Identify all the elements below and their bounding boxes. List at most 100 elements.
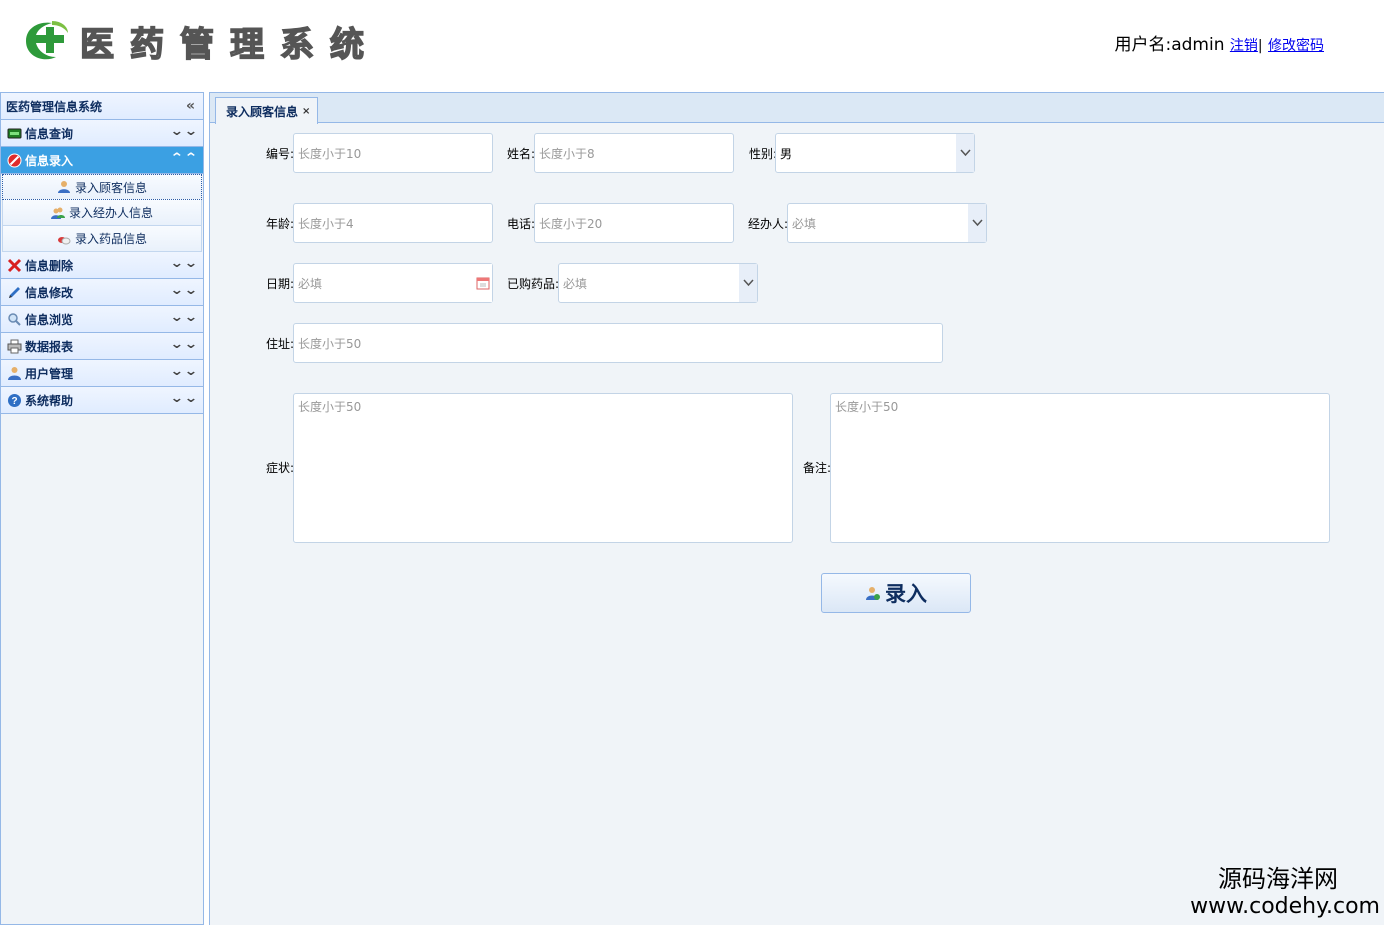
collapse-sidebar-icon[interactable]: « bbox=[186, 98, 195, 114]
watermark-url: www.codehy.com bbox=[1190, 894, 1380, 919]
name-field[interactable]: 长度小于8 bbox=[534, 133, 734, 173]
sidebar-item-label: 信息删除 bbox=[25, 258, 74, 273]
gender-value: 男 bbox=[780, 146, 793, 161]
gender-select[interactable]: 男 bbox=[775, 133, 975, 173]
remark-placeholder: 长度小于50 bbox=[835, 400, 899, 414]
submit-button[interactable]: 录入 bbox=[821, 573, 971, 613]
sidebar-item-modify[interactable]: 信息修改 ⌄⌄ bbox=[1, 279, 203, 306]
sidebar-item-label: 用户管理 bbox=[25, 366, 74, 381]
chevron-down-icon[interactable] bbox=[739, 264, 757, 302]
user-icon bbox=[57, 181, 70, 193]
phone-label: 电话: bbox=[507, 217, 536, 231]
magnifier-icon bbox=[8, 312, 21, 326]
name-placeholder: 长度小于8 bbox=[539, 146, 595, 161]
sub-item-label: 录入药品信息 bbox=[74, 232, 147, 246]
id-label: 编号: bbox=[266, 147, 295, 161]
phone-placeholder: 长度小于20 bbox=[539, 216, 603, 231]
age-field[interactable]: 长度小于4 bbox=[293, 203, 493, 243]
medicine-label: 已购药品: bbox=[507, 277, 560, 291]
link-separator: | bbox=[1257, 38, 1263, 54]
pencil-icon bbox=[9, 286, 20, 298]
chevron-down-icon[interactable] bbox=[956, 134, 974, 172]
sidebar-item-label: 信息录入 bbox=[25, 153, 74, 168]
address-field[interactable]: 长度小于50 bbox=[293, 323, 943, 363]
agent-placeholder: 必填 bbox=[792, 216, 817, 231]
calendar-icon[interactable] bbox=[474, 264, 492, 302]
sub-item-label: 录入顾客信息 bbox=[74, 180, 147, 195]
logo-text: 医药管理系统 bbox=[79, 24, 380, 66]
id-placeholder: 长度小于10 bbox=[298, 146, 362, 161]
remark-label: 备注: bbox=[803, 461, 832, 475]
printer-icon bbox=[7, 339, 22, 353]
header: 医药管理系统 用户名:admin 注销| 修改密码 bbox=[0, 0, 1384, 88]
username-label: 用户名:admin bbox=[1114, 35, 1225, 55]
tab-customer-entry[interactable]: 录入顾客信息 × bbox=[215, 97, 318, 124]
chevron-down-icon: ⌄⌄ bbox=[169, 364, 199, 379]
age-placeholder: 长度小于4 bbox=[298, 216, 354, 231]
chevron-down-icon: ⌄⌄ bbox=[169, 391, 199, 406]
date-label: 日期: bbox=[266, 277, 295, 291]
sub-item-medicine[interactable]: 录入药品信息 bbox=[2, 226, 202, 252]
sidebar-item-help[interactable]: ? 系统帮助 ⌄⌄ bbox=[1, 387, 203, 414]
close-icon[interactable]: × bbox=[302, 106, 310, 117]
users-icon bbox=[50, 207, 65, 219]
user-bar: 用户名:admin 注销| 修改密码 bbox=[1114, 30, 1324, 55]
address-placeholder: 长度小于50 bbox=[298, 336, 362, 351]
date-placeholder: 必填 bbox=[298, 276, 323, 291]
sidebar-item-label: 信息修改 bbox=[25, 285, 74, 300]
symptom-textarea[interactable]: 长度小于50 bbox=[293, 393, 793, 543]
sidebar-item-users[interactable]: 用户管理 ⌄⌄ bbox=[1, 360, 203, 387]
sidebar: 医药管理信息系统 « 信息查询 ⌄⌄ 信息录入 ⌃⌃ 录入顾客信息 录入经办人信… bbox=[0, 92, 204, 925]
sidebar-item-delete[interactable]: 信息删除 ⌄⌄ bbox=[1, 252, 203, 279]
sidebar-title: 医药管理信息系统 « bbox=[1, 93, 203, 120]
medicine-placeholder: 必填 bbox=[563, 276, 588, 291]
sidebar-item-label: 信息浏览 bbox=[25, 312, 74, 327]
sidebar-title-text: 医药管理信息系统 bbox=[6, 99, 103, 114]
agent-label: 经办人: bbox=[748, 217, 789, 231]
sidebar-item-query[interactable]: 信息查询 ⌄⌄ bbox=[1, 120, 203, 147]
user-admin-icon bbox=[8, 366, 21, 380]
sub-item-agent[interactable]: 录入经办人信息 bbox=[2, 200, 202, 226]
pills-icon bbox=[57, 236, 71, 244]
symptom-placeholder: 长度小于50 bbox=[298, 400, 362, 414]
agent-select[interactable]: 必填 bbox=[787, 203, 987, 243]
phone-field[interactable]: 长度小于20 bbox=[534, 203, 734, 243]
medicine-select[interactable]: 必填 bbox=[558, 263, 758, 303]
chevron-down-icon[interactable] bbox=[968, 204, 986, 242]
sidebar-item-label: 数据报表 bbox=[25, 339, 74, 354]
sidebar-item-label: 信息查询 bbox=[25, 126, 74, 141]
chevron-down-icon: ⌄⌄ bbox=[169, 256, 199, 271]
sidebar-item-entry[interactable]: 信息录入 ⌃⌃ bbox=[1, 147, 203, 174]
date-field[interactable]: 必填 bbox=[293, 263, 493, 303]
age-label: 年龄: bbox=[266, 217, 295, 231]
sidebar-item-label: 系统帮助 bbox=[25, 393, 74, 408]
help-icon: ? bbox=[8, 393, 21, 407]
chevron-down-icon: ⌄⌄ bbox=[169, 283, 199, 298]
change-password-link[interactable]: 修改密码 bbox=[1268, 38, 1324, 54]
remark-textarea[interactable]: 长度小于50 bbox=[830, 393, 1330, 543]
user-add-icon bbox=[866, 587, 880, 600]
tab-label: 录入顾客信息 bbox=[226, 104, 299, 119]
tab-bar: 录入顾客信息 × bbox=[210, 93, 1384, 124]
svg-text:?: ? bbox=[11, 396, 17, 407]
name-label: 姓名: bbox=[507, 147, 536, 161]
submit-label: 录入 bbox=[885, 582, 927, 606]
watermark: 源码海洋网 www.codehy.com bbox=[1190, 859, 1380, 919]
sub-item-customer[interactable]: 录入顾客信息 bbox=[2, 174, 202, 200]
watermark-title: 源码海洋网 bbox=[1218, 865, 1338, 893]
id-field[interactable]: 长度小于10 bbox=[293, 133, 493, 173]
chevron-down-icon: ⌄⌄ bbox=[169, 124, 199, 139]
sub-item-label: 录入经办人信息 bbox=[68, 206, 153, 220]
chevron-up-icon: ⌃⌃ bbox=[169, 151, 199, 166]
symptom-label: 症状: bbox=[266, 461, 295, 475]
logout-link[interactable]: 注销 bbox=[1230, 38, 1258, 54]
sidebar-item-report[interactable]: 数据报表 ⌄⌄ bbox=[1, 333, 203, 360]
main-panel: 录入顾客信息 × 编号: 长度小于10 姓名: 长度小于8 性别: 男 年龄: … bbox=[209, 92, 1384, 925]
screen-icon bbox=[7, 128, 22, 138]
sidebar-item-browse[interactable]: 信息浏览 ⌄⌄ bbox=[1, 306, 203, 333]
chevron-down-icon: ⌄⌄ bbox=[169, 310, 199, 325]
logo-cross-icon bbox=[26, 21, 68, 60]
gender-label: 性别: bbox=[749, 147, 778, 161]
chevron-down-icon: ⌄⌄ bbox=[169, 337, 199, 352]
logo: 医药管理系统 bbox=[22, 18, 380, 66]
